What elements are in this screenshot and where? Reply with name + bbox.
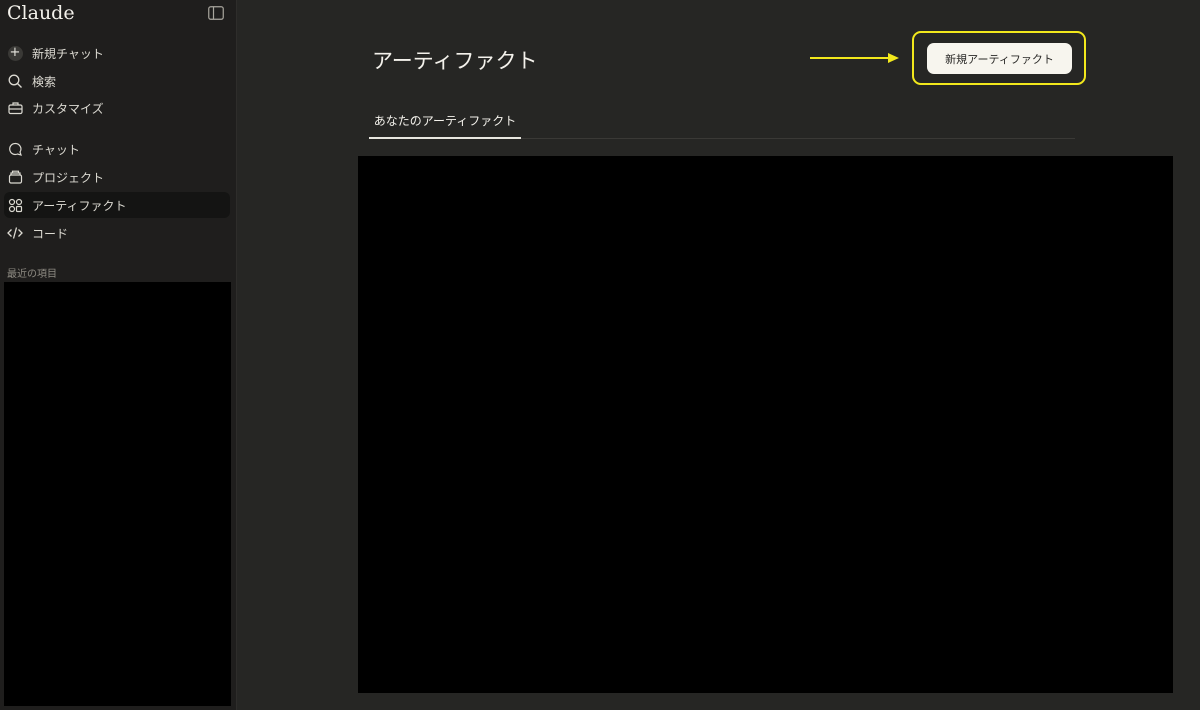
- sidebar-item-artifacts[interactable]: アーティファクト: [4, 192, 230, 218]
- sidebar-item-projects[interactable]: プロジェクト: [4, 164, 230, 190]
- artifacts-grid-icon: [6, 196, 24, 214]
- chat-bubble-icon: [6, 140, 24, 158]
- recent-section-label: 最近の項目: [7, 269, 57, 280]
- sidebar-item-label: プロジェクト: [32, 170, 105, 185]
- new-artifact-button[interactable]: 新規アーティファクト: [927, 43, 1072, 74]
- sidebar-item-label: アーティファクト: [32, 198, 127, 213]
- sidebar-item-new-chat[interactable]: + 新規チャット: [4, 40, 230, 66]
- main-content: アーティファクト 新規アーティファクト あなたのアーティファクト: [238, 0, 1200, 710]
- sidebar-toggle-icon[interactable]: [208, 6, 224, 20]
- sidebar-item-label: 新規チャット: [32, 46, 104, 61]
- brand-logo[interactable]: Claude: [7, 2, 75, 24]
- sidebar-item-code[interactable]: コード: [4, 220, 230, 246]
- code-icon: [6, 224, 24, 242]
- search-icon: [6, 72, 24, 90]
- sidebar-item-label: 検索: [32, 74, 57, 89]
- page-title: アーティファクト: [372, 49, 538, 73]
- tab-your-artifacts[interactable]: あなたのアーティファクト: [369, 104, 521, 139]
- recent-items-redacted: [4, 282, 231, 706]
- plus-circle-icon: +: [6, 44, 24, 62]
- sidebar-item-chats[interactable]: チャット: [4, 136, 230, 162]
- sidebar: Claude + 新規チャット 検索 カスタマイズ チャット プロジェクト アー…: [0, 0, 237, 710]
- sidebar-item-search[interactable]: 検索: [4, 68, 230, 94]
- briefcase-icon: [6, 99, 24, 117]
- sidebar-item-label: コード: [32, 226, 69, 241]
- sidebar-item-customize[interactable]: カスタマイズ: [4, 95, 230, 121]
- annotation-arrow-icon: [810, 53, 899, 63]
- artifacts-list-redacted: [358, 156, 1173, 693]
- sidebar-item-label: チャット: [32, 142, 80, 157]
- folder-stack-icon: [6, 168, 24, 186]
- sidebar-item-label: カスタマイズ: [32, 101, 104, 116]
